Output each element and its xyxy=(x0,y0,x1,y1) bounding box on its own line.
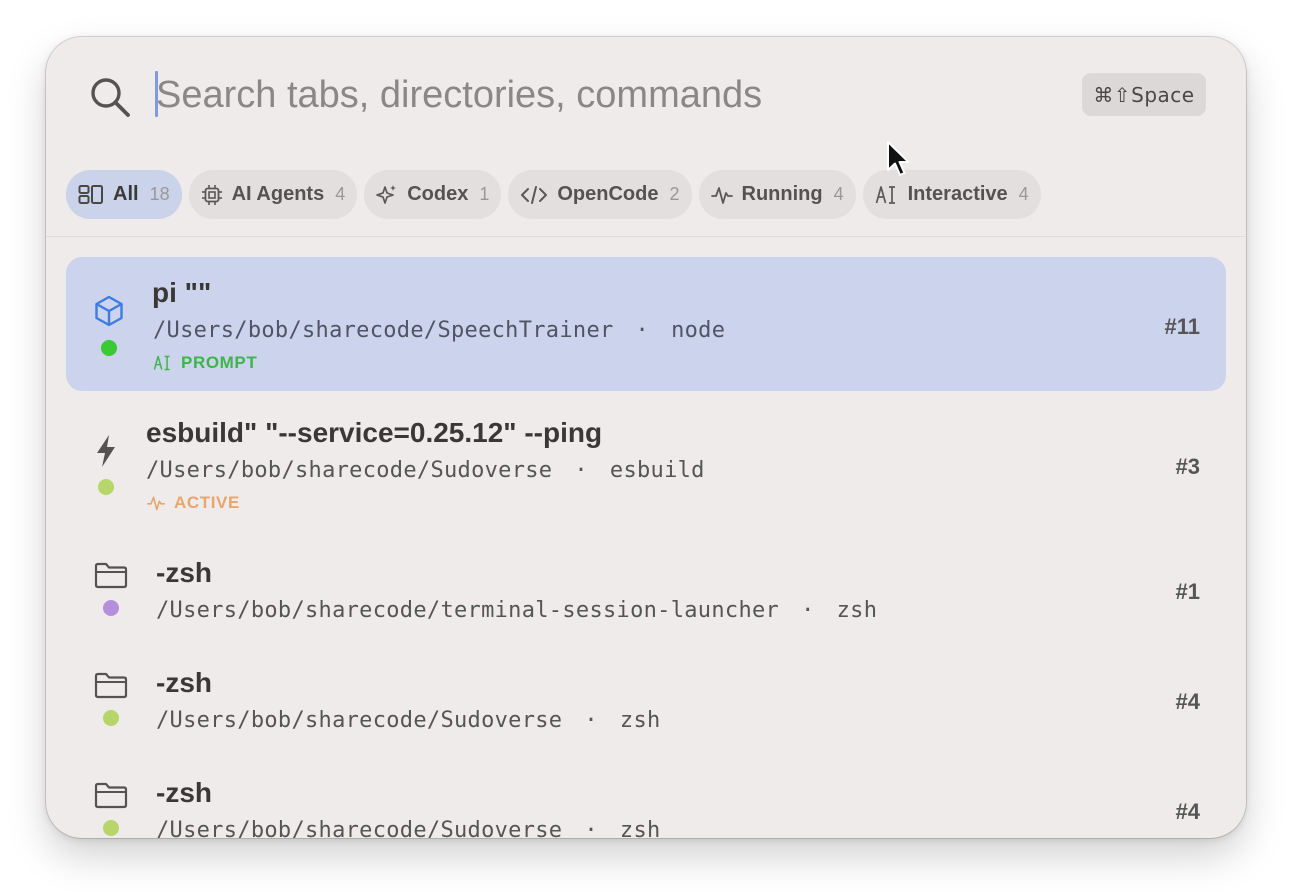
divider xyxy=(46,236,1246,237)
session-title: -zsh xyxy=(156,777,212,808)
status-badge: PROMPT xyxy=(153,353,257,373)
filter-chip-label: AI Agents xyxy=(231,183,325,205)
tab-number: #3 xyxy=(1175,454,1200,479)
text-caret xyxy=(155,71,158,117)
tab-number: #4 xyxy=(1175,689,1200,714)
filter-chip-all[interactable]: All 18 xyxy=(66,170,182,219)
session-row[interactable]: -zsh /Users/bob/sharecode/Sudoverse · zsh … xyxy=(66,647,1226,751)
layout-icon xyxy=(78,184,103,204)
session-path: /Users/bob/sharecode/Sudoverse xyxy=(156,708,563,733)
session-title: -zsh xyxy=(156,557,212,588)
session-row[interactable]: pi "" /Users/bob/sharecode/SpeechTrainer… xyxy=(66,257,1226,391)
text-cursor-icon xyxy=(875,185,895,204)
folder-icon xyxy=(94,672,128,699)
status-dot xyxy=(103,820,119,836)
separator: · xyxy=(584,708,598,733)
session-path: /Users/bob/sharecode/Sudoverse xyxy=(156,818,563,838)
session-process: node xyxy=(671,318,726,343)
filter-chip-label: All xyxy=(113,183,139,205)
filter-chip-count: 2 xyxy=(669,184,680,204)
filter-chip-count: 18 xyxy=(149,184,170,204)
tab-switcher-window: ⌘⇧Space All 18 AI Agents xyxy=(46,37,1246,838)
session-path-line: /Users/bob/sharecode/Sudoverse · zsh xyxy=(156,708,661,733)
session-process: esbuild xyxy=(609,458,705,483)
tab-number: #11 xyxy=(1164,314,1201,339)
separator: · xyxy=(635,318,650,343)
filter-chip-count: 1 xyxy=(479,184,490,204)
filter-chip-running[interactable]: Running 4 xyxy=(698,170,856,219)
cube-icon xyxy=(95,295,123,327)
filter-chip-ai-agents[interactable]: AI Agents 4 xyxy=(188,170,358,219)
filter-chip-label: Codex xyxy=(407,183,469,205)
session-path-line: /Users/bob/sharecode/Sudoverse · zsh xyxy=(156,818,661,838)
session-title: -zsh xyxy=(156,667,212,698)
lightning-icon xyxy=(97,435,115,467)
status-dot xyxy=(103,710,119,726)
session-path-line: /Users/bob/sharecode/terminal-session-la… xyxy=(156,598,877,623)
status-label: PROMPT xyxy=(181,353,258,372)
filter-chip-count: 4 xyxy=(335,184,346,204)
session-path: /Users/bob/sharecode/SpeechTrainer xyxy=(153,318,614,343)
session-path: /Users/bob/sharecode/terminal-session-la… xyxy=(156,598,780,623)
session-path: /Users/bob/sharecode/Sudoverse xyxy=(146,458,553,483)
filter-chip-opencode[interactable]: OpenCode 2 xyxy=(508,170,692,219)
folder-icon xyxy=(94,782,128,809)
status-label: ACTIVE xyxy=(174,493,240,512)
filter-chip-codex[interactable]: Codex 1 xyxy=(364,170,502,219)
status-dot xyxy=(98,479,114,495)
mouse-pointer-icon xyxy=(887,141,910,176)
session-title: pi "" xyxy=(152,277,212,308)
session-process: zsh xyxy=(836,598,878,623)
sparkle-icon xyxy=(376,184,397,204)
status-dot xyxy=(103,600,119,616)
status-badge: ACTIVE xyxy=(146,493,240,513)
search-icon xyxy=(91,78,130,117)
session-process: zsh xyxy=(619,818,661,838)
activity-pulse-icon xyxy=(710,186,733,204)
filter-chip-count: 4 xyxy=(833,184,844,204)
text-cursor-icon xyxy=(153,355,170,371)
search-input[interactable] xyxy=(156,67,1056,123)
session-title: esbuild" "--service=0.25.12" --ping xyxy=(146,417,603,448)
session-path-line: /Users/bob/sharecode/Sudoverse · esbuild xyxy=(146,458,705,483)
filter-chip-label: Running xyxy=(741,183,823,205)
shortcut-badge: ⌘⇧Space xyxy=(1082,73,1206,116)
tab-number: #4 xyxy=(1175,799,1200,824)
filter-chip-count: 4 xyxy=(1018,184,1029,204)
session-row[interactable]: -zsh /Users/bob/sharecode/Sudoverse · zsh … xyxy=(66,757,1226,838)
session-path-line: /Users/bob/sharecode/SpeechTrainer · node xyxy=(153,318,725,343)
tab-number: #1 xyxy=(1175,579,1200,604)
status-dot xyxy=(101,340,117,356)
separator: · xyxy=(584,818,598,838)
session-process: zsh xyxy=(619,708,661,733)
separator: · xyxy=(801,598,815,623)
code-brackets-icon xyxy=(521,185,548,204)
filter-chip-label: Interactive xyxy=(907,183,1008,205)
activity-pulse-icon xyxy=(147,496,165,511)
session-row[interactable]: -zsh /Users/bob/sharecode/terminal-sessi… xyxy=(66,537,1226,641)
filter-chip-label: OpenCode xyxy=(557,183,659,205)
folder-icon xyxy=(94,562,128,589)
separator: · xyxy=(574,458,588,483)
session-row[interactable]: esbuild" "--service=0.25.12" --ping /Use… xyxy=(66,397,1226,527)
cpu-chip-icon xyxy=(201,184,222,205)
